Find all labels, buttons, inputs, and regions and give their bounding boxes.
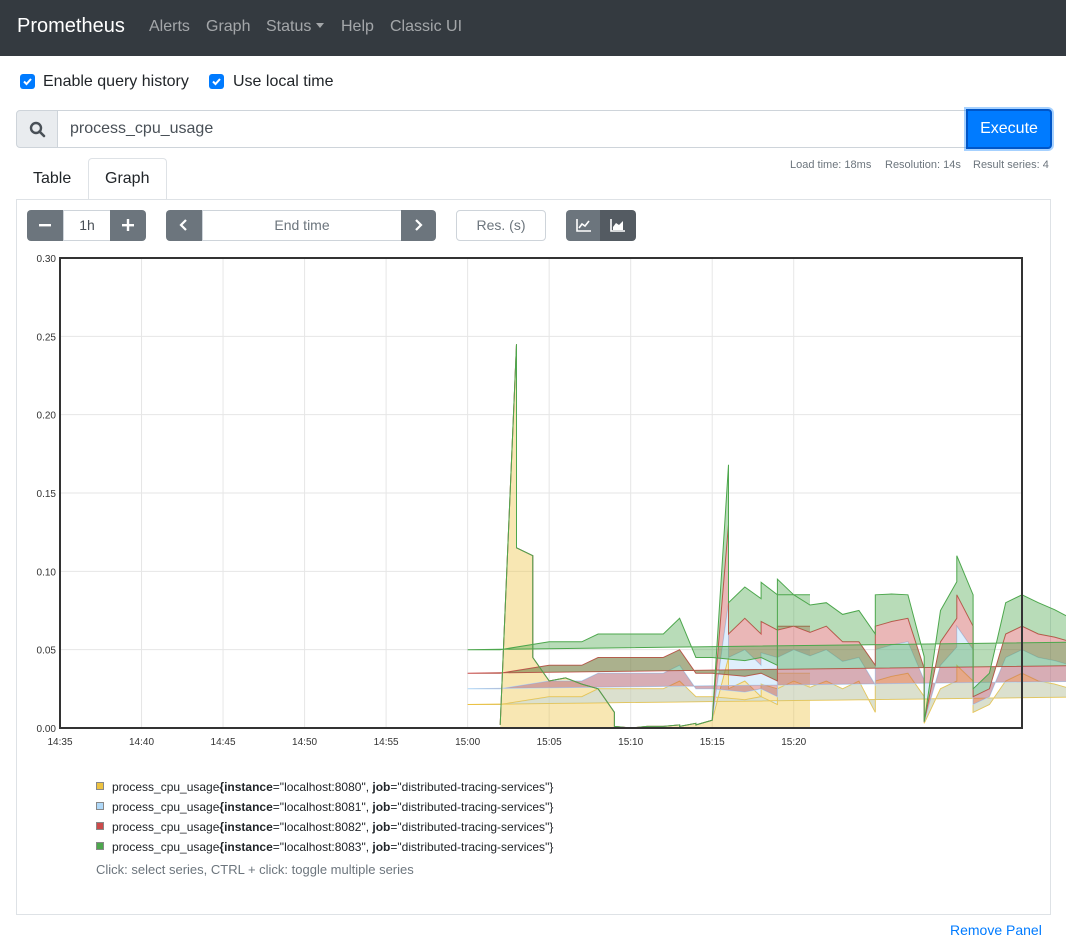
- legend-swatch: [96, 842, 104, 850]
- legend-punct: ",: [361, 780, 373, 794]
- legend-swatch: [96, 822, 104, 830]
- legend-punct: ",: [361, 820, 373, 834]
- legend-value: process_cpu_usage: [112, 840, 220, 854]
- legend-punct: "}: [545, 840, 554, 854]
- legend-punct: =": [272, 780, 285, 794]
- x-tick-label: 15:00: [455, 737, 480, 748]
- legend-punct: instance: [224, 820, 273, 834]
- legend-value: localhost:8080: [284, 780, 362, 794]
- y-tick-label: 0.00: [37, 724, 57, 735]
- legend-punct: job: [372, 820, 391, 834]
- legend-item[interactable]: process_cpu_usage{instance="localhost:80…: [112, 800, 553, 814]
- x-tick-label: 14:40: [129, 737, 154, 748]
- legend-punct: =": [390, 840, 402, 854]
- legend-value: process_cpu_usage: [112, 800, 220, 814]
- legend-punct: =": [272, 820, 285, 834]
- x-tick-label: 15:20: [781, 737, 806, 748]
- x-tick-label: 14:55: [374, 737, 399, 748]
- legend-punct: ",: [361, 840, 373, 854]
- legend-punct: instance: [224, 800, 273, 814]
- legend-punct: instance: [224, 840, 273, 854]
- legend-value: distributed-tracing-services: [401, 820, 546, 834]
- legend-punct: =": [390, 780, 402, 794]
- y-tick-label: 0.25: [37, 332, 57, 343]
- legend-punct: =": [272, 800, 285, 814]
- x-tick-label: 14:35: [47, 737, 72, 748]
- legend-item[interactable]: process_cpu_usage{instance="localhost:80…: [112, 820, 553, 834]
- y-tick-label: 0.20: [37, 411, 57, 422]
- legend-punct: =": [272, 840, 285, 854]
- legend-punct: "}: [545, 820, 554, 834]
- legend-punct: instance: [224, 780, 273, 794]
- x-tick-label: 15:05: [537, 737, 562, 748]
- y-tick-label: 0.05: [37, 646, 57, 657]
- legend-punct: =": [390, 820, 402, 834]
- legend-value: distributed-tracing-services: [401, 800, 546, 814]
- x-tick-label: 14:50: [292, 737, 317, 748]
- y-tick-label: 0.15: [37, 489, 57, 500]
- legend-punct: ",: [361, 800, 373, 814]
- legend-value: localhost:8083: [284, 840, 362, 854]
- x-tick-label: 15:10: [618, 737, 643, 748]
- legend-item[interactable]: process_cpu_usage{instance="localhost:80…: [112, 840, 553, 854]
- legend-punct: job: [372, 800, 391, 814]
- cpu-usage-chart[interactable]: 14:2514:3014:3514:4014:4514:5014:5515:00…: [0, 0, 1066, 760]
- legend-punct: =": [390, 800, 402, 814]
- legend-swatch: [96, 802, 104, 810]
- legend-value: localhost:8081: [284, 800, 362, 814]
- x-tick-label: 15:15: [700, 737, 725, 748]
- legend-value: process_cpu_usage: [112, 820, 220, 834]
- remove-panel-link[interactable]: Remove Panel: [950, 922, 1042, 938]
- legend-value: distributed-tracing-services: [401, 780, 546, 794]
- legend-punct: job: [372, 780, 391, 794]
- x-tick-label: 14:45: [211, 737, 236, 748]
- legend-value: distributed-tracing-services: [401, 840, 546, 854]
- legend-item[interactable]: process_cpu_usage{instance="localhost:80…: [112, 780, 553, 794]
- legend-value: localhost:8082: [284, 820, 362, 834]
- legend-punct: job: [372, 840, 391, 854]
- y-tick-label: 0.10: [37, 567, 57, 578]
- legend-hint: Click: select series, CTRL + click: togg…: [96, 862, 414, 877]
- legend-swatch: [96, 782, 104, 790]
- legend-punct: "}: [545, 800, 554, 814]
- legend-value: process_cpu_usage: [112, 780, 220, 794]
- y-tick-label: 0.30: [37, 254, 57, 265]
- legend-punct: "}: [545, 780, 554, 794]
